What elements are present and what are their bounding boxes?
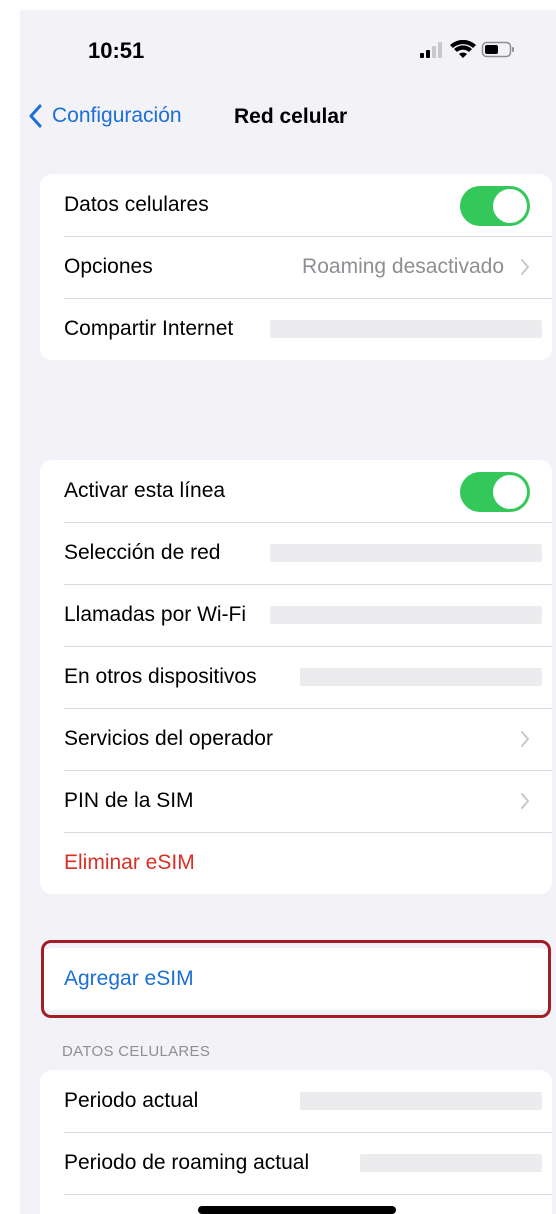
signal-icon bbox=[420, 42, 442, 58]
chevron-right-icon bbox=[521, 259, 529, 275]
wifi-calling-label: Llamadas por Wi-Fi bbox=[64, 603, 247, 626]
sim-pin-row[interactable]: PIN de la SIM bbox=[40, 770, 552, 832]
wifi-calling-row[interactable]: Llamadas por Wi-Fi bbox=[40, 584, 552, 646]
wifi-icon bbox=[450, 39, 476, 58]
battery-icon bbox=[481, 41, 514, 58]
toggle-knob bbox=[493, 189, 527, 223]
carrier-services-row[interactable]: Servicios del operador bbox=[40, 708, 552, 770]
home-indicator bbox=[198, 1206, 396, 1214]
delete-esim-label: Eliminar eSIM bbox=[64, 851, 195, 874]
line-group: Activar esta línea Selección de red Llam… bbox=[40, 460, 552, 894]
delete-esim-button[interactable]: Eliminar eSIM bbox=[40, 832, 552, 894]
cellular-data-row: Datos celulares bbox=[40, 174, 552, 236]
highlight-outline bbox=[41, 940, 551, 1018]
cellular-data-label: Datos celulares bbox=[64, 193, 209, 216]
redacted-value bbox=[300, 1092, 542, 1110]
activate-line-row: Activar esta línea bbox=[40, 460, 552, 522]
cellular-group: Datos celulares Opciones Roaming desacti… bbox=[40, 174, 552, 360]
redacted-value bbox=[270, 320, 542, 338]
redacted-value bbox=[300, 668, 542, 686]
page-title: Red celular bbox=[234, 105, 348, 128]
usage-group: Periodo actual Periodo de roaming actual bbox=[40, 1070, 552, 1214]
redacted-value bbox=[270, 606, 542, 624]
hotspot-label: Compartir Internet bbox=[64, 317, 234, 340]
hotspot-row[interactable]: Compartir Internet bbox=[40, 298, 552, 360]
other-devices-row[interactable]: En otros dispositivos bbox=[40, 646, 552, 708]
chevron-right-icon bbox=[521, 731, 529, 747]
chevron-right-icon bbox=[521, 793, 529, 809]
screen: 10:51 Configuración Red celular Datos ce… bbox=[20, 10, 556, 1214]
section-header: DATOS CELULARES bbox=[62, 1043, 211, 1060]
status-icons bbox=[420, 39, 520, 60]
back-label: Configuración bbox=[52, 104, 182, 127]
current-period-label: Periodo actual bbox=[64, 1089, 199, 1112]
toggle-knob bbox=[493, 475, 527, 509]
chevron-left-icon bbox=[29, 104, 42, 128]
activate-line-toggle[interactable] bbox=[460, 472, 530, 512]
carrier-services-label: Servicios del operador bbox=[64, 727, 273, 750]
current-period-row: Periodo actual bbox=[40, 1070, 552, 1132]
network-selection-row[interactable]: Selección de red bbox=[40, 522, 552, 584]
options-label: Opciones bbox=[64, 255, 153, 278]
activate-line-label: Activar esta línea bbox=[64, 479, 226, 502]
sim-pin-label: PIN de la SIM bbox=[64, 789, 194, 812]
options-row[interactable]: Opciones Roaming desactivado bbox=[40, 236, 552, 298]
back-button[interactable]: Configuración bbox=[28, 104, 182, 128]
roaming-period-label: Periodo de roaming actual bbox=[64, 1151, 310, 1174]
redacted-value bbox=[270, 544, 542, 562]
status-time: 10:51 bbox=[88, 38, 145, 63]
other-devices-label: En otros dispositivos bbox=[64, 665, 257, 688]
options-value: Roaming desactivado bbox=[302, 255, 504, 278]
cellular-data-toggle[interactable] bbox=[460, 186, 530, 226]
redacted-value bbox=[360, 1154, 542, 1172]
network-selection-label: Selección de red bbox=[64, 541, 221, 564]
roaming-period-row: Periodo de roaming actual bbox=[40, 1132, 552, 1194]
